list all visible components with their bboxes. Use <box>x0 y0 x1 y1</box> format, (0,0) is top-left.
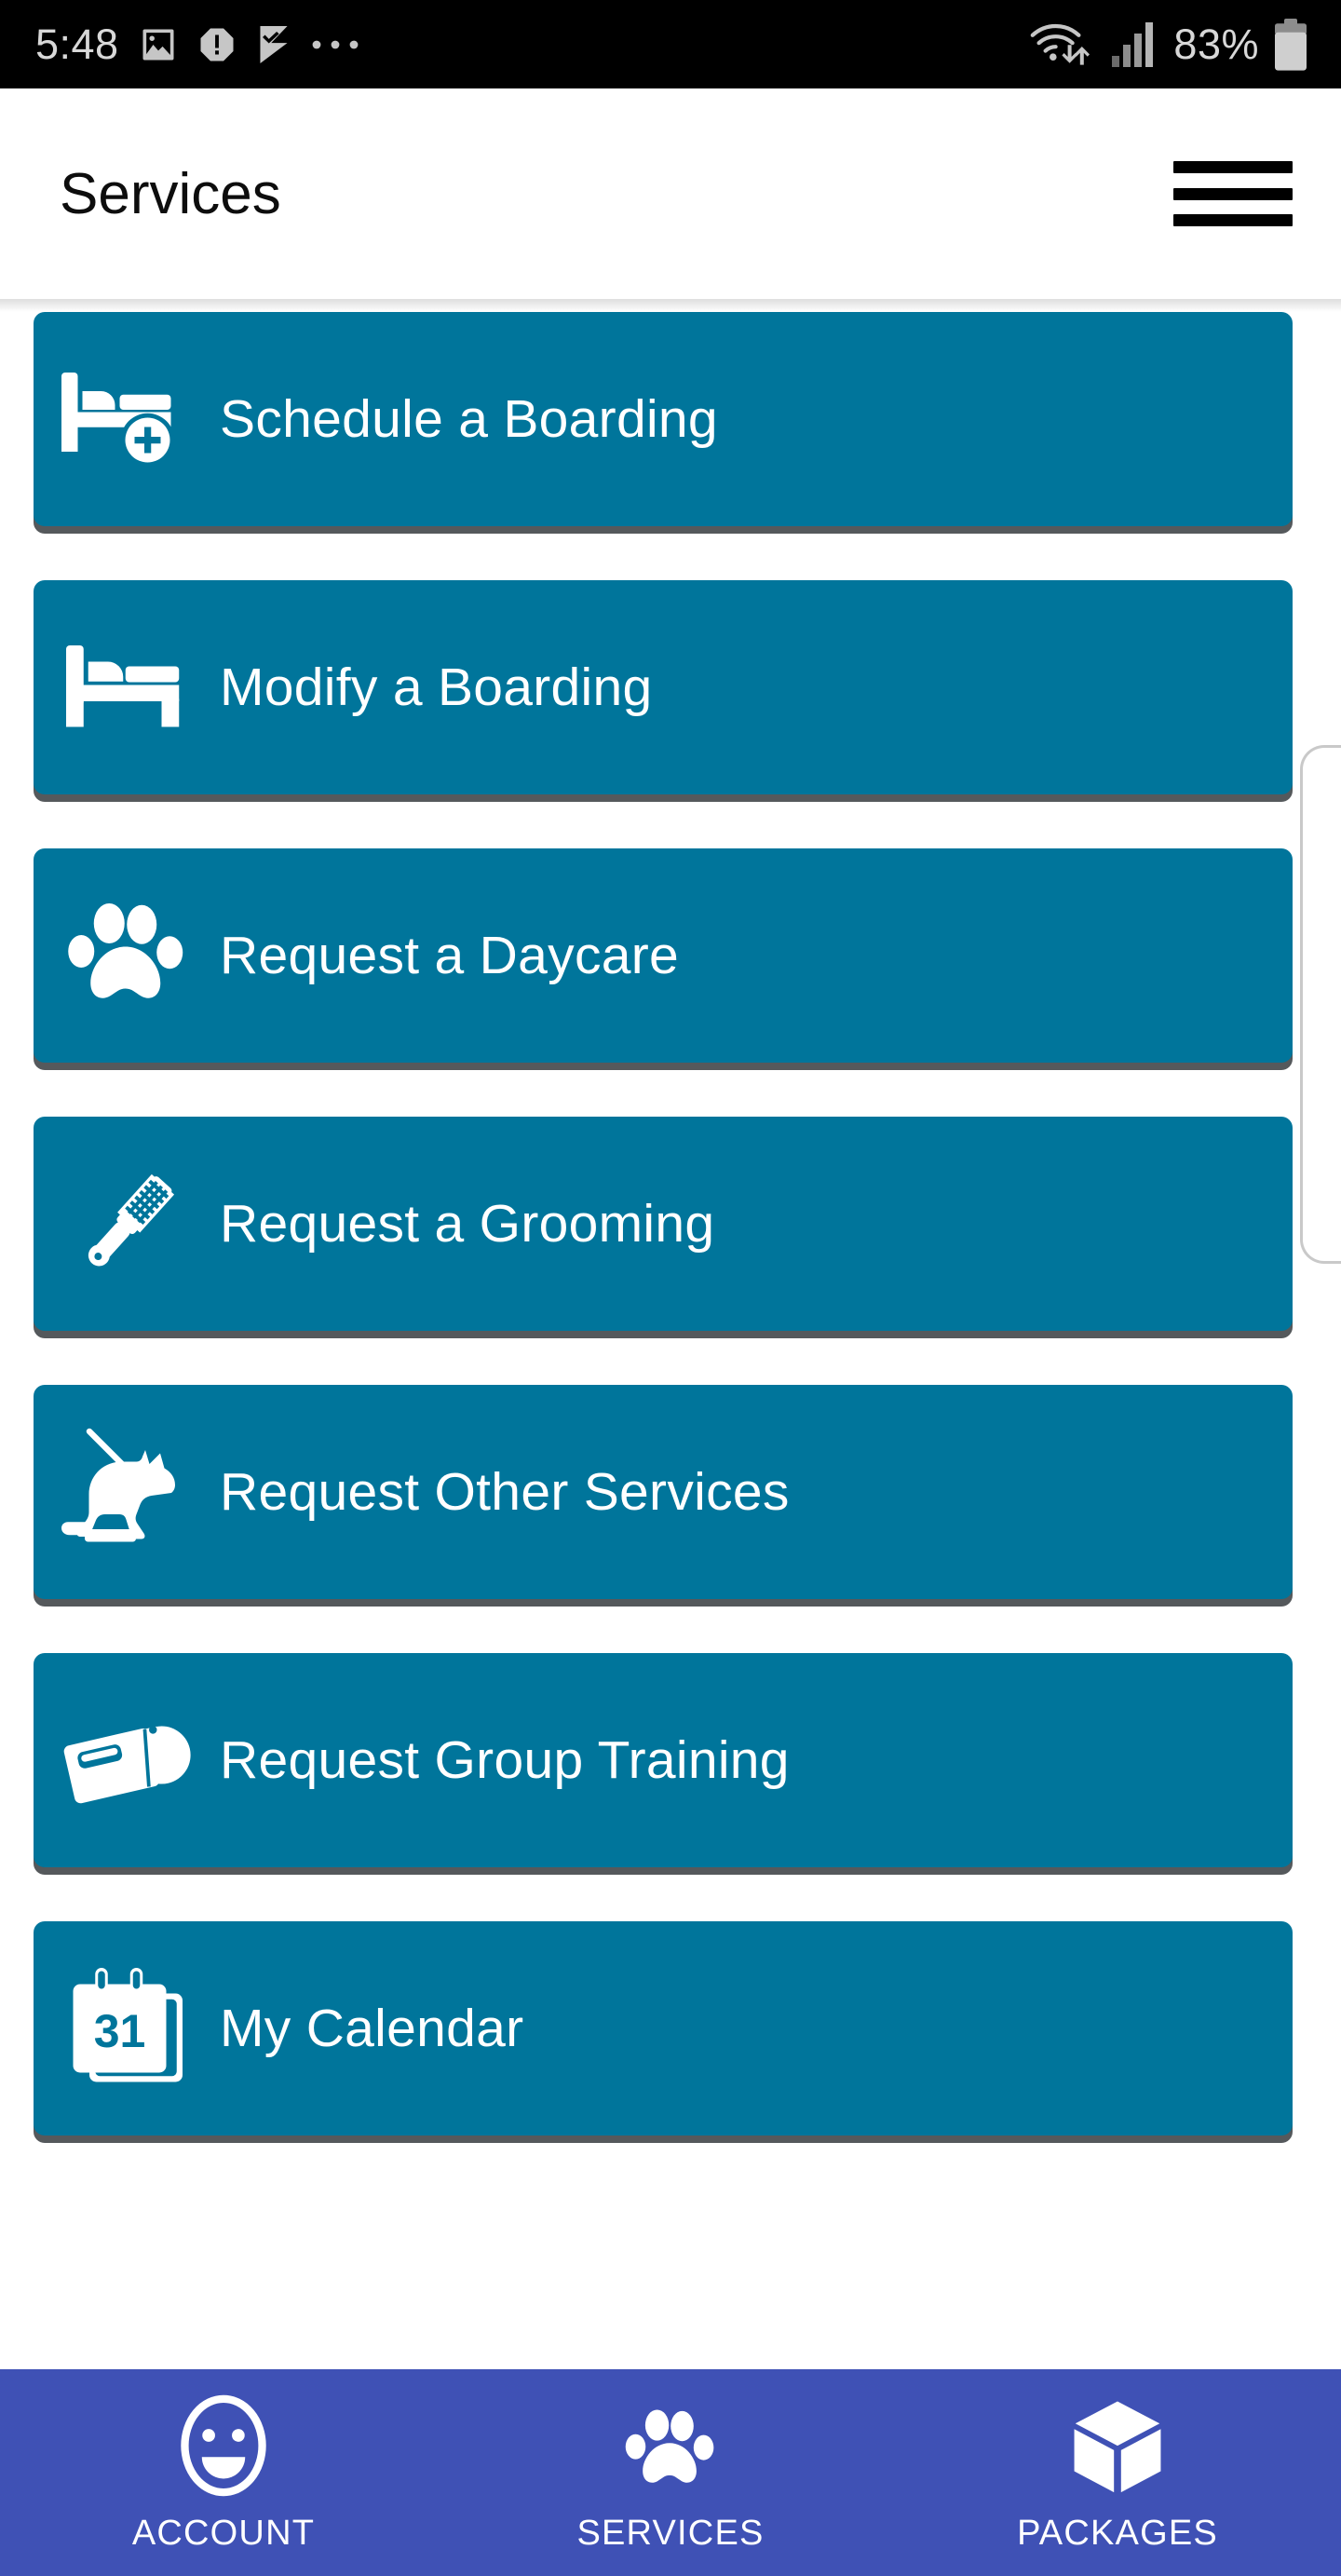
hamburger-bar-3 <box>1173 214 1293 226</box>
nav-item-label: PACKAGES <box>1017 2513 1218 2553</box>
calendar-31-icon: 31 <box>34 1921 220 2135</box>
service-card-label: Request a Grooming <box>220 1194 715 1254</box>
whistle-icon <box>34 1653 220 1867</box>
battery-percent-label: 83% <box>1173 20 1259 68</box>
list-item: 31 My Calendar <box>34 1921 1293 2135</box>
service-card-label: Request a Daycare <box>220 926 680 985</box>
paw-print-icon <box>624 2393 717 2497</box>
smiley-face-icon <box>178 2393 269 2497</box>
status-bar-left: 5:48 <box>35 23 359 65</box>
dog-leash-icon <box>34 1385 220 1599</box>
wifi-icon <box>1031 23 1090 65</box>
list-item: Request Group Training <box>34 1653 1293 1867</box>
services-list: Schedule a Boarding Modify a Boarding Re… <box>0 312 1341 2353</box>
status-bar-clock: 5:48 <box>35 20 119 68</box>
app-bar: Services <box>0 88 1341 299</box>
box-cube-icon <box>1071 2393 1164 2497</box>
app-bar-divider <box>0 299 1341 312</box>
list-item: Modify a Boarding <box>34 580 1293 794</box>
status-bar: 5:48 83% <box>0 0 1341 88</box>
list-item: Request Other Services <box>34 1385 1293 1599</box>
list-item: Schedule a Boarding <box>34 312 1293 526</box>
warning-icon <box>200 28 234 61</box>
nav-item-services[interactable]: SERVICES <box>447 2369 894 2576</box>
more-dots-icon <box>312 40 358 48</box>
nav-item-label: SERVICES <box>576 2513 765 2553</box>
app-screen: 5:48 83% Services Schedule a Boarding Mo… <box>0 0 1341 2576</box>
calendar-day-number: 31 <box>94 2005 146 2057</box>
status-bar-right: 83% <box>1028 18 1309 71</box>
hamburger-bar-1 <box>1173 161 1293 173</box>
hamburger-menu-icon[interactable] <box>1173 156 1293 232</box>
cellular-signal-icon <box>1112 21 1154 67</box>
service-card-request-a-daycare[interactable]: Request a Daycare <box>34 848 1293 1063</box>
service-card-schedule-a-boarding[interactable]: Schedule a Boarding <box>34 312 1293 526</box>
service-card-request-a-grooming[interactable]: Request a Grooming <box>34 1117 1293 1331</box>
service-card-label: My Calendar <box>220 1999 524 2058</box>
service-card-my-calendar[interactable]: 31 My Calendar <box>34 1921 1293 2135</box>
bottom-navigation-bar: ACCOUNT SERVICES PACKAGES <box>0 2369 1341 2576</box>
nav-item-label: ACCOUNT <box>131 2513 316 2553</box>
photo-icon <box>142 29 174 60</box>
bed-icon <box>34 580 220 794</box>
page-title: Services <box>60 161 281 226</box>
nav-item-packages[interactable]: PACKAGES <box>894 2369 1341 2576</box>
list-item: Request a Daycare <box>34 848 1293 1063</box>
paw-print-icon <box>34 848 220 1063</box>
service-card-request-group-training[interactable]: Request Group Training <box>34 1653 1293 1867</box>
battery-icon <box>1275 18 1307 71</box>
service-card-label: Request Group Training <box>220 1730 790 1790</box>
nav-item-account[interactable]: ACCOUNT <box>0 2369 447 2576</box>
bed-plus-icon <box>34 312 220 526</box>
service-card-request-other-services[interactable]: Request Other Services <box>34 1385 1293 1599</box>
check-flag-icon <box>260 25 288 63</box>
service-card-modify-a-boarding[interactable]: Modify a Boarding <box>34 580 1293 794</box>
vertical-scrollbar[interactable] <box>1300 745 1341 1264</box>
comb-icon <box>34 1117 220 1331</box>
list-item: Request a Grooming <box>34 1117 1293 1331</box>
service-card-label: Request Other Services <box>220 1462 790 1522</box>
service-card-label: Modify a Boarding <box>220 658 653 717</box>
service-card-label: Schedule a Boarding <box>220 389 718 449</box>
hamburger-bar-2 <box>1173 187 1293 200</box>
